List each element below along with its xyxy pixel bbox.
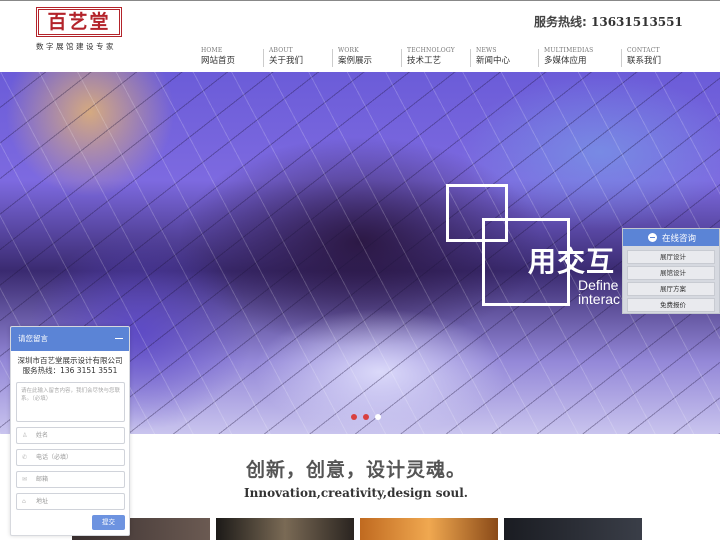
nav-item-en-label: HOME: [201, 47, 223, 54]
consult-link[interactable]: 展馆设计: [627, 266, 715, 280]
nav-item-news[interactable]: NEWS 新闻中心: [470, 47, 538, 69]
nav-item-multimedias[interactable]: MULTIMEDIAS 多媒体应用: [538, 47, 621, 69]
nav-item-en-label: MULTIMEDIAS: [544, 47, 594, 54]
nav-item-en-label: WORK: [338, 47, 359, 54]
nav-item-about[interactable]: ABOUT 关于我们: [263, 47, 332, 69]
address-field[interactable]: ⌂ 地址: [16, 493, 125, 510]
slider-dot[interactable]: [351, 414, 357, 420]
field-placeholder: 姓名: [36, 432, 49, 439]
nav-item-label: 案例展示: [338, 56, 373, 66]
site-header: 百艺堂 数字展馆建设专家 服务热线: 13631513551 HOME 网站首页 A…: [0, 0, 720, 72]
message-textarea[interactable]: 请在此输入留言内容，我们会尽快与您联系。（必填）: [16, 382, 125, 422]
logo-tagline: 数字展馆建设专家: [36, 42, 116, 51]
message-fields: ♙ 姓名 ✆ 电话（必填） ✉ 邮箱 ⌂ 地址: [11, 427, 129, 510]
nav-separator: [538, 49, 539, 67]
address-icon: ⌂: [22, 498, 26, 505]
nav-separator: [470, 49, 471, 67]
message-dialog-title: 请您留言: [18, 334, 48, 343]
person-field[interactable]: ♙ 姓名: [16, 427, 125, 444]
nav-item-contact[interactable]: CONTACT 联系我们: [621, 47, 681, 69]
nav-separator: [263, 49, 264, 67]
nav-item-label: 网站首页: [201, 56, 236, 66]
online-consult-title: 在线咨询: [662, 233, 697, 244]
consult-links: 展厅设计展馆设计展厅方案免费报价: [623, 246, 719, 314]
page: 百艺堂 数字展馆建设专家 服务热线: 13631513551 HOME 网站首页 A…: [0, 0, 720, 540]
field-placeholder: 电话（必填）: [36, 454, 73, 461]
person-icon: ♙: [22, 432, 28, 439]
slider-dot[interactable]: [363, 414, 369, 420]
phone-field[interactable]: ✆ 电话（必填）: [16, 449, 125, 466]
email-field[interactable]: ✉ 邮箱: [16, 471, 125, 488]
nav-separator: [621, 49, 622, 67]
slider-dot[interactable]: [375, 414, 381, 420]
nav-item-label: 技术工艺: [407, 56, 442, 66]
company-info: 深圳市百艺堂展示设计有限公司 服务热线：136 3151 3551: [11, 356, 129, 376]
slider-dots: [351, 414, 381, 420]
nav-item-en-label: CONTACT: [627, 47, 660, 54]
nav-item-label: 新闻中心: [476, 56, 511, 66]
case-thumbnail[interactable]: [360, 518, 498, 540]
logo-text: 百艺堂: [47, 10, 111, 33]
main-nav: HOME 网站首页 ABOUT 关于我们 WORK 案例展示 TECHNOLOGY 技术工艺 N…: [195, 47, 681, 69]
nav-item-label: 联系我们: [627, 56, 662, 66]
online-consult-header[interactable]: 在线咨询: [623, 229, 719, 246]
nav-separator: [401, 49, 402, 67]
hero-subtitle-line2: interac: [578, 291, 621, 307]
field-placeholder: 地址: [36, 498, 49, 505]
message-dialog-header: 请您留言: [11, 327, 129, 351]
consult-link[interactable]: 免费报价: [627, 298, 715, 312]
nav-item-home[interactable]: HOME 网站首页: [195, 47, 263, 69]
logo-box: 百艺堂: [36, 7, 122, 37]
phone-icon: ✆: [22, 454, 28, 461]
chat-bubble-icon: [648, 233, 657, 242]
online-consult-widget: 在线咨询 展厅设计展馆设计展厅方案免费报价: [622, 228, 720, 314]
case-thumbnail[interactable]: [504, 518, 642, 540]
nav-item-en-label: TECHNOLOGY: [407, 47, 455, 54]
company-hotline: 服务热线：136 3151 3551: [22, 366, 118, 375]
nav-item-label: 多媒体应用: [544, 56, 587, 66]
nav-item-technology[interactable]: TECHNOLOGY 技术工艺: [401, 47, 470, 69]
hotline: 服务热线: 13631513551: [534, 13, 683, 30]
nav-item-work[interactable]: WORK 案例展示: [332, 47, 401, 69]
case-thumbnail[interactable]: [216, 518, 354, 540]
hotline-number: 13631513551: [591, 15, 683, 29]
hero-subtitle: Define interac: [578, 278, 620, 306]
minimize-icon[interactable]: [115, 338, 123, 339]
nav-item-en-label: ABOUT: [269, 47, 293, 54]
hotline-label: 服务热线:: [534, 15, 587, 29]
hero-subtitle-line1: Define: [578, 277, 619, 293]
nav-item-label: 关于我们: [269, 56, 304, 66]
hero-title: 用交互: [528, 245, 616, 278]
consult-link[interactable]: 展厅设计: [627, 250, 715, 264]
message-dialog: 请您留言 深圳市百艺堂展示设计有限公司 服务热线：136 3151 3551 请…: [10, 326, 130, 536]
field-placeholder: 邮箱: [36, 476, 49, 483]
company-name: 深圳市百艺堂展示设计有限公司: [17, 356, 123, 365]
nav-item-en-label: NEWS: [476, 47, 497, 54]
nav-separator: [332, 49, 333, 67]
email-icon: ✉: [22, 476, 28, 483]
submit-button[interactable]: 提交: [92, 515, 125, 530]
consult-link[interactable]: 展厅方案: [627, 282, 715, 296]
